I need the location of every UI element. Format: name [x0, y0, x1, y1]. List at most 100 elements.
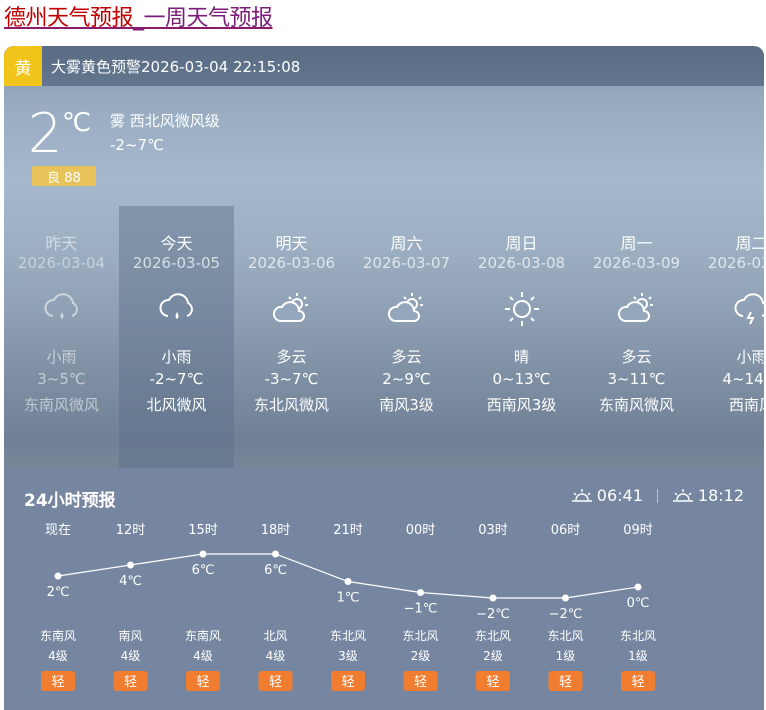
day-date: 2026-03-09 — [592, 254, 681, 272]
wind-level: 4级 — [193, 649, 213, 663]
day-column[interactable]: 周日 2026-03-08 晴 0~13℃ 西南风3级 — [464, 206, 579, 468]
temp-label: −2℃ — [476, 607, 510, 622]
daily-forecast: 昨天 2026-03-04 小雨 3~5℃ 东南风微风 今天 2026-03-05 小雨 -2~… — [4, 206, 764, 468]
current-condition-wind: 雾 西北风微风级 — [110, 112, 220, 130]
aqi-tag-label: 轻 — [124, 675, 137, 690]
temp-label: 6℃ — [264, 563, 287, 578]
aqi-tag-label: 轻 — [414, 675, 427, 690]
wind-direction: 东北风 — [330, 629, 366, 643]
day-date: 2026-03-04 — [17, 254, 106, 272]
temp-label: −2℃ — [549, 607, 583, 622]
day-wind: 东北风微风 — [253, 396, 329, 414]
temp-label: 6℃ — [192, 563, 215, 578]
temp-point — [562, 594, 569, 602]
wind-level: 4级 — [121, 649, 141, 663]
hourly-forecast: 24小时预报 06:41 18:12 现在 2℃ 东南风 4级 轻 12时 4℃… — [4, 468, 764, 710]
hour-label: 18时 — [261, 523, 291, 538]
current-temp: 2 — [28, 102, 63, 165]
day-date: 2026-03-06 — [247, 254, 336, 272]
wind-direction: 北风 — [263, 629, 287, 643]
day-column[interactable]: 昨天 2026-03-04 小雨 3~5℃ 东南风微风 — [4, 206, 119, 468]
temp-label: 1℃ — [337, 591, 360, 606]
day-wind: 西南风3级 — [486, 396, 557, 414]
aqi-tag-label: 轻 — [631, 675, 644, 690]
day-name: 今天 — [160, 234, 193, 253]
hour-label: 12时 — [116, 523, 146, 538]
thunder-rain-icon — [734, 293, 764, 325]
temp-point — [344, 578, 352, 585]
day-column[interactable]: 周二2026-03-10 小雨 4~14℃ 西南风 — [694, 206, 764, 468]
day-condition: 晴 — [513, 348, 529, 366]
day-condition: 小雨 — [46, 348, 77, 366]
temp-point — [417, 589, 424, 596]
day-condition: 多云 — [276, 348, 307, 366]
wind-direction: 东南风 — [40, 628, 76, 643]
day-name: 明天 — [275, 234, 308, 253]
day-column[interactable]: 明天 2026-03-06 多云 -3~7℃ 东北风微风 — [234, 206, 349, 468]
wind-level: 1级 — [556, 649, 576, 663]
day-name: 周日 — [505, 234, 538, 253]
aqi-tag-label: 轻 — [51, 675, 64, 690]
day-condition: 多云 — [621, 348, 652, 366]
aqi-tag-label: 轻 — [269, 675, 282, 690]
day-condition: 小雨 — [161, 348, 192, 366]
hour-label: 00时 — [406, 523, 436, 538]
current-temp-range: -2~7℃ — [110, 136, 164, 154]
partly-cloudy-icon — [387, 293, 423, 322]
hour-label: 21时 — [333, 523, 363, 538]
day-temp-range: 3~11℃ — [607, 370, 666, 388]
page-title-link[interactable]: 德州天气预报_一周天气预报 — [4, 4, 273, 34]
temp-label: 0℃ — [627, 596, 650, 611]
temp-label: −1℃ — [404, 602, 438, 617]
day-temp-range: 4~14℃ — [722, 370, 764, 388]
day-temp-range: 0~13℃ — [492, 370, 551, 388]
current-temp-unit: ℃ — [62, 108, 92, 138]
day-wind: 南风3级 — [379, 396, 434, 414]
day-column[interactable]: 周一 2026-03-09 多云 3~11℃ 东南风微风 — [579, 206, 694, 468]
day-condition: 小雨 — [736, 348, 764, 366]
hour-label: 03时 — [478, 523, 508, 538]
wind-level: 3级 — [338, 649, 358, 663]
day-temp-range: -3~7℃ — [264, 370, 319, 388]
wind-level: 1级 — [628, 649, 648, 663]
day-temp-range: 2~9℃ — [382, 370, 431, 388]
day-name: 昨天 — [45, 234, 78, 253]
wind-direction: 东北风 — [620, 629, 656, 643]
alert-level-badge: 黄 — [4, 46, 42, 86]
alert-bar[interactable]: 黄 大雾黄色预警2026-03-04 22:15:08 — [4, 46, 764, 86]
temp-point — [54, 572, 62, 580]
hour-label: 现在 — [45, 523, 71, 538]
day-column[interactable]: 周六 2026-03-07 多云 2~9℃ 南风3级 — [349, 206, 464, 468]
rain-icon — [44, 293, 78, 319]
hourly-temp-chart: 现在 2℃ 东南风 4级轻 12时 4℃ 南风 4级轻 15时 6℃ 东南风 4级轻 18时 6℃ 北风 4级… — [40, 523, 656, 691]
wind-level: 4级 — [48, 649, 68, 663]
temp-point — [199, 550, 207, 558]
day-name: 周一 — [620, 234, 653, 253]
temp-label: 2℃ — [47, 585, 70, 600]
wind-level: 4级 — [266, 649, 286, 663]
day-date: 2026-03-05 — [132, 254, 221, 272]
hour-label: 06时 — [551, 523, 581, 538]
wind-direction: 东北风 — [475, 629, 511, 643]
wind-direction: 南风 — [118, 628, 142, 643]
aqi-badge[interactable]: 良 88 — [32, 166, 96, 186]
wind-direction: 东北风 — [402, 629, 438, 643]
day-name: 周二 — [735, 234, 764, 253]
alert-text: 大雾黄色预警2026-03-04 22:15:08 — [51, 57, 301, 76]
wind-direction: 东南风 — [185, 628, 221, 643]
hour-label: 15时 — [188, 523, 218, 538]
aqi-tag-label: 轻 — [486, 675, 499, 690]
weather-card: 黄 大雾黄色预警2026-03-04 22:15:08 2 ℃ 雾 西北风微风级… — [4, 46, 764, 710]
wind-direction: 东北风 — [547, 629, 583, 643]
day-column[interactable]: 今天 2026-03-05 小雨 -2~7℃ 北风微风 — [119, 206, 234, 468]
day-date: 2026-03-07 — [362, 254, 451, 272]
page-title-main: 德州天气预报 — [4, 6, 134, 31]
temp-point — [489, 594, 497, 602]
temp-point — [272, 550, 279, 558]
temp-point — [127, 561, 134, 569]
day-date: 2026-03-10 — [707, 254, 764, 272]
hour-label: 09时 — [623, 523, 653, 538]
wind-level: 2级 — [411, 649, 431, 663]
aqi-tag-label: 轻 — [559, 675, 572, 690]
page-title-sub: _一周天气预报 — [133, 6, 273, 31]
